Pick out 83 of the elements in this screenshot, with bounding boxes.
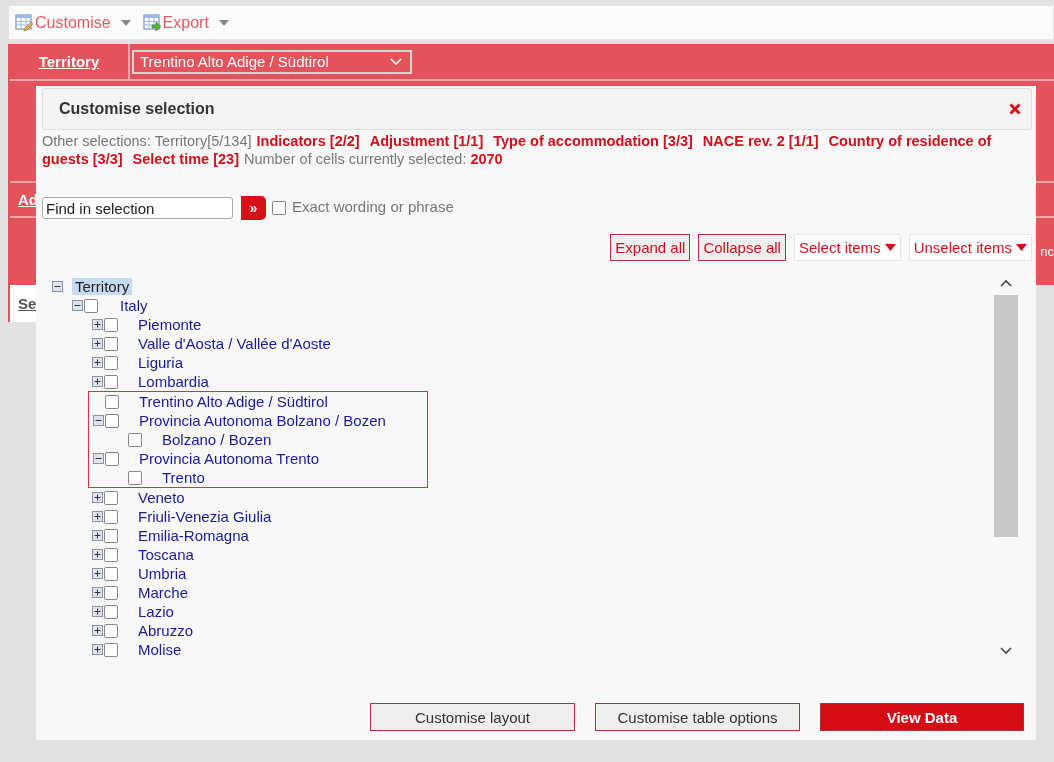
tree-item[interactable]: Abruzzo bbox=[138, 622, 194, 639]
tree-checkbox[interactable] bbox=[104, 547, 118, 562]
column-header-text: nc bbox=[1040, 244, 1054, 259]
tree-checkbox[interactable] bbox=[104, 566, 118, 581]
dropdown-button[interactable]: Unselect items bbox=[908, 234, 1032, 261]
expand-icon[interactable] bbox=[92, 357, 103, 368]
expand-icon[interactable] bbox=[92, 568, 103, 579]
dropdown-button[interactable]: Select items bbox=[793, 234, 901, 261]
tree-item[interactable]: Bolzano / Bozen bbox=[162, 431, 272, 448]
expand-icon[interactable] bbox=[92, 625, 103, 636]
tree-checkbox[interactable] bbox=[104, 355, 118, 370]
tree-item[interactable]: Liguria bbox=[138, 354, 184, 371]
caret-icon bbox=[1016, 244, 1027, 251]
caret-icon[interactable] bbox=[218, 19, 229, 26]
expand-icon[interactable] bbox=[92, 530, 103, 541]
collapse-icon[interactable] bbox=[52, 281, 63, 292]
scroll-up-icon[interactable] bbox=[1000, 279, 1012, 287]
tree-checkbox[interactable] bbox=[104, 528, 118, 543]
tree-item[interactable]: Lombardia bbox=[138, 373, 209, 390]
search-go-button[interactable]: » bbox=[241, 196, 266, 220]
tree-item[interactable]: Provincia Autonoma Trento bbox=[139, 450, 320, 467]
scroll-down-icon[interactable] bbox=[1000, 647, 1012, 655]
dialog-title: Customise selection bbox=[59, 100, 215, 118]
tree-item[interactable]: Lazio bbox=[138, 603, 174, 620]
expand-icon[interactable] bbox=[92, 549, 103, 560]
close-icon[interactable] bbox=[1009, 103, 1021, 115]
tree-item[interactable]: Italy bbox=[120, 297, 148, 314]
tree-item[interactable]: Emilia-Romagna bbox=[138, 527, 249, 544]
tree-item[interactable]: Molise bbox=[138, 641, 182, 658]
tree-item[interactable]: Trentino Alto Adige / Südtirol bbox=[139, 393, 328, 410]
tree-item[interactable]: Umbria bbox=[138, 565, 187, 582]
caret-icon bbox=[884, 244, 896, 251]
tree-checkbox[interactable] bbox=[105, 394, 119, 409]
expand-icon[interactable] bbox=[92, 644, 103, 655]
tree-item[interactable]: Provincia Autonoma Bolzano / Bozen bbox=[139, 412, 386, 429]
tree-item[interactable]: Veneto bbox=[138, 489, 185, 506]
collapse-icon[interactable] bbox=[93, 453, 104, 464]
footer-button[interactable]: Customise layout bbox=[370, 703, 575, 731]
tree-item[interactable]: Friuli-Venezia Giulia bbox=[138, 508, 272, 525]
expand-icon[interactable] bbox=[92, 338, 103, 349]
tree-item[interactable]: Valle d'Aosta / Vallée d'Aoste bbox=[138, 335, 331, 352]
tree-checkbox[interactable] bbox=[104, 336, 118, 351]
expand-icon[interactable] bbox=[92, 492, 103, 503]
expand-icon[interactable] bbox=[92, 587, 103, 598]
tree-item[interactable]: Marche bbox=[138, 584, 189, 601]
tree-checkbox[interactable] bbox=[104, 374, 118, 389]
collapse-icon[interactable] bbox=[72, 300, 83, 311]
chevron-down-icon bbox=[390, 57, 402, 66]
expand-icon[interactable] bbox=[92, 319, 103, 330]
tree-checkbox[interactable] bbox=[105, 451, 119, 466]
tree-item[interactable]: Piemonte bbox=[138, 316, 202, 333]
tree-checkbox[interactable] bbox=[104, 317, 118, 332]
dimension-link[interactable]: Territory bbox=[10, 44, 130, 79]
tree-checkbox[interactable] bbox=[128, 470, 142, 485]
selection-summary: Other selections: Territory[5/134] Indicators [2/2] Adjustment [1/1] Type of accommodation [3/3] NACE rev. 2 [1/1] Country of residence of guests [3/3] Select time [23] Number of cells currently selected: 2070 bbox=[42, 132, 993, 168]
table-icon bbox=[15, 13, 33, 32]
expand-icon[interactable] bbox=[92, 511, 103, 522]
expand-icon[interactable] bbox=[92, 606, 103, 617]
tree-item[interactable]: Toscana bbox=[138, 546, 194, 563]
tree-action-button[interactable]: Collapse all bbox=[698, 234, 786, 261]
tree-item[interactable]: Trento bbox=[162, 469, 205, 486]
expand-icon[interactable] bbox=[92, 376, 103, 387]
tree-checkbox[interactable] bbox=[84, 298, 98, 313]
tree-checkbox[interactable] bbox=[104, 623, 118, 638]
row-link[interactable]: Se bbox=[18, 295, 37, 312]
footer-button[interactable]: View Data bbox=[820, 703, 1024, 731]
search-field[interactable]: Find in selection bbox=[42, 197, 233, 219]
caret-icon[interactable] bbox=[120, 19, 131, 26]
tree-checkbox[interactable] bbox=[105, 413, 119, 428]
collapse-icon[interactable] bbox=[93, 415, 104, 426]
checkbox-label: Exact wording or phrase bbox=[292, 197, 454, 215]
checkbox[interactable] bbox=[272, 201, 286, 215]
tree-checkbox[interactable] bbox=[104, 642, 118, 657]
tree-root-label[interactable]: Territory bbox=[72, 278, 133, 295]
tree-checkbox[interactable] bbox=[104, 585, 118, 600]
tree-checkbox[interactable] bbox=[104, 509, 118, 524]
table-icon bbox=[142, 13, 161, 32]
tree-checkbox[interactable] bbox=[128, 432, 142, 447]
territory-select[interactable]: Trentino Alto Adige / Südtirol bbox=[132, 49, 412, 74]
tree-checkbox[interactable] bbox=[104, 604, 118, 619]
tree-action-button[interactable]: Expand all bbox=[610, 234, 691, 261]
footer-button[interactable]: Customise table options bbox=[595, 703, 800, 731]
tree-checkbox[interactable] bbox=[104, 490, 118, 505]
